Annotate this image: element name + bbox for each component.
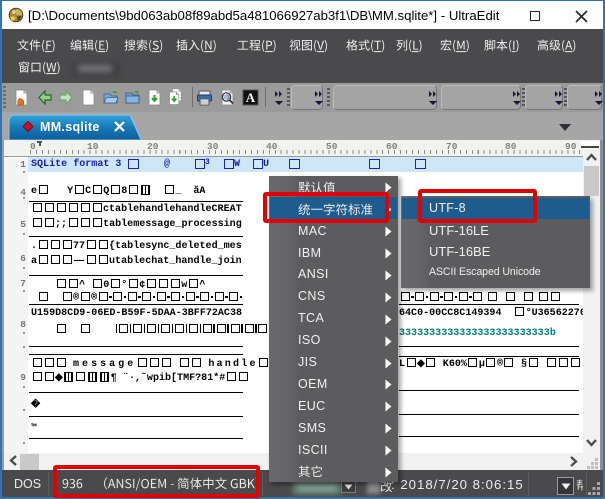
svg-text:A: A	[246, 90, 256, 105]
